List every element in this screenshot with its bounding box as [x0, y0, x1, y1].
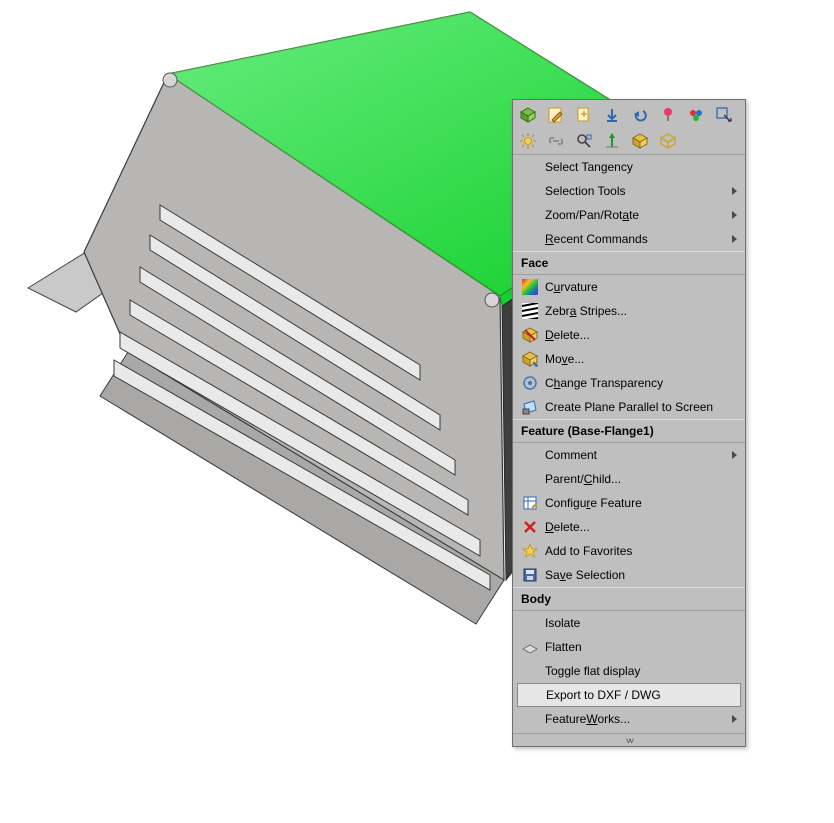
menu-item-label: Add to Favorites: [545, 544, 737, 558]
menu-item-label: Curvature: [545, 280, 737, 294]
menu-item-label: Selection Tools: [545, 184, 737, 198]
menu-select-tangency[interactable]: Select Tangency: [513, 155, 745, 179]
menu-item-label: Save Selection: [545, 568, 737, 582]
preselect-icon[interactable]: [713, 104, 735, 126]
chevron-down-icon: ˅˅: [626, 736, 633, 746]
menu-item-label: Move...: [545, 352, 737, 366]
section-body: Body: [513, 587, 745, 611]
menu-separator: [513, 733, 745, 734]
menu-comment[interactable]: Comment: [513, 443, 745, 467]
context-menu: Select Tangency Selection Tools Zoom/Pan…: [512, 99, 746, 747]
palette-icon[interactable]: [685, 104, 707, 126]
menu-face-delete[interactable]: Delete...: [513, 323, 745, 347]
menu-item-label: Toggle flat display: [545, 664, 737, 678]
zebra-icon: [521, 302, 539, 320]
zoom-fit-icon[interactable]: [573, 130, 595, 152]
menu-item-label: Isolate: [545, 616, 737, 630]
delete-icon: [521, 326, 539, 344]
menu-zebra-stripes[interactable]: Zebra Stripes...: [513, 299, 745, 323]
edit-sketch-icon[interactable]: [545, 104, 567, 126]
menu-item-label: Change Transparency: [545, 376, 737, 390]
transparency-icon: [521, 374, 539, 392]
menu-item-label: Delete...: [545, 328, 737, 342]
curvature-icon: [521, 278, 539, 296]
axis-icon[interactable]: [601, 130, 623, 152]
menu-flatten[interactable]: Flatten: [513, 635, 745, 659]
menu-face: Curvature Zebra Stripes... Delete... Mov…: [513, 275, 745, 419]
menu-curvature[interactable]: Curvature: [513, 275, 745, 299]
favorite-icon: [521, 542, 539, 560]
menu-item-label: Configure Feature: [545, 496, 737, 510]
undo-icon[interactable]: [629, 104, 651, 126]
menu-item-label: Flatten: [545, 640, 737, 654]
section-face: Face: [513, 251, 745, 275]
menu-toggle-flat-display[interactable]: Toggle flat display: [513, 659, 745, 683]
save-sel-icon: [521, 566, 539, 584]
menu-recent-commands[interactable]: Recent Commands: [513, 227, 745, 251]
configure-icon: [521, 494, 539, 512]
doc-arrows-icon[interactable]: [573, 104, 595, 126]
menu-general: Select Tangency Selection Tools Zoom/Pan…: [513, 155, 745, 251]
menu-featureworks[interactable]: FeatureWorks...: [513, 707, 745, 731]
feature-cube-icon[interactable]: [517, 104, 539, 126]
menu-item-label: Delete...: [545, 520, 737, 534]
menu-item-label: Select Tangency: [545, 160, 737, 174]
arrow-down-icon[interactable]: [601, 104, 623, 126]
plane-icon: [521, 398, 539, 416]
menu-isolate[interactable]: Isolate: [513, 611, 745, 635]
menu-item-label: Parent/Child...: [545, 472, 737, 486]
menu-selection-tools[interactable]: Selection Tools: [513, 179, 745, 203]
menu-body: Isolate Flatten Toggle flat display Expo…: [513, 611, 745, 731]
flatten-icon: [521, 638, 539, 656]
menu-expand-handle[interactable]: ˅˅: [513, 736, 745, 746]
section-feature: Feature (Base-Flange1): [513, 419, 745, 443]
box-solid-icon[interactable]: [629, 130, 651, 152]
menu-item-label: Export to DXF / DWG: [546, 688, 736, 702]
menu-change-transparency[interactable]: Change Transparency: [513, 371, 745, 395]
menu-item-label: FeatureWorks...: [545, 712, 737, 726]
menu-item-label: Recent Commands: [545, 232, 737, 246]
menu-item-label: Zoom/Pan/Rotate: [545, 208, 737, 222]
move-icon: [521, 350, 539, 368]
menu-save-selection[interactable]: Save Selection: [513, 563, 745, 587]
box-wire-icon[interactable]: [657, 130, 679, 152]
menu-item-label: Create Plane Parallel to Screen: [545, 400, 737, 414]
menu-item-label: Zebra Stripes...: [545, 304, 737, 318]
menu-configure-feature[interactable]: Configure Feature: [513, 491, 745, 515]
menu-parent-child[interactable]: Parent/Child...: [513, 467, 745, 491]
menu-create-plane-parallel[interactable]: Create Plane Parallel to Screen: [513, 395, 745, 419]
menu-face-move[interactable]: Move...: [513, 347, 745, 371]
sun-icon[interactable]: [517, 130, 539, 152]
context-toolbar: [513, 100, 745, 155]
delete-x-icon: [521, 518, 539, 536]
menu-feature-delete[interactable]: Delete...: [513, 515, 745, 539]
menu-feature: Comment Parent/Child... Configure Featur…: [513, 443, 745, 587]
menu-export-dxf-dwg[interactable]: Export to DXF / DWG: [517, 683, 741, 707]
menu-zoom-pan-rotate[interactable]: Zoom/Pan/Rotate: [513, 203, 745, 227]
menu-item-label: Comment: [545, 448, 737, 462]
link-icon[interactable]: [545, 130, 567, 152]
paint-icon[interactable]: [657, 104, 679, 126]
menu-add-to-favorites[interactable]: Add to Favorites: [513, 539, 745, 563]
